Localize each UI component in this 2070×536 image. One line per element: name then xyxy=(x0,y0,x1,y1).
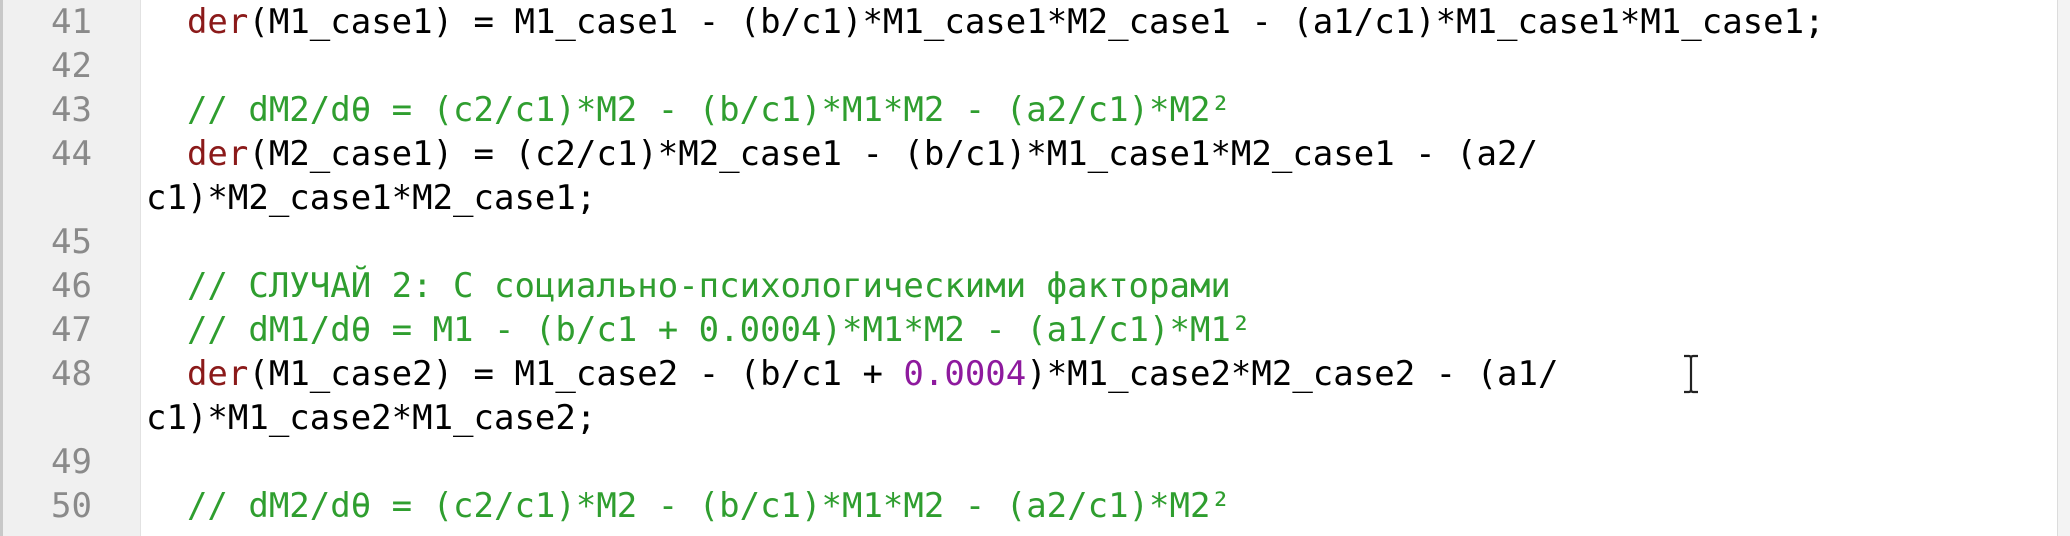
code-editor[interactable]: 41 der(M1_case1) = M1_case1 - (b/c1)*M1_… xyxy=(0,0,2070,536)
keyword-token: der xyxy=(186,354,249,394)
line-number: 45 xyxy=(51,222,92,262)
code-text[interactable]: // dM2/dθ = (c2/c1)*M2 - (b/c1)*M1*M2 - … xyxy=(146,88,1231,132)
number-token: 0.0004 xyxy=(903,354,1027,394)
code-text-continuation[interactable]: c1)*M1_case2*M1_case2; xyxy=(146,396,596,440)
code-line[interactable]: 49 xyxy=(0,440,2070,484)
code-line[interactable]: 45 xyxy=(0,220,2070,264)
comment-token: // dM1/dθ = M1 - (b/c1 + 0.0004)*M1*M2 -… xyxy=(146,310,1252,350)
code-line[interactable]: 44 der(M2_case1) = (c2/c1)*M2_case1 - (b… xyxy=(0,132,2070,176)
code-line[interactable]: 47 // dM1/dθ = M1 - (b/c1 + 0.0004)*M1*M… xyxy=(0,308,2070,352)
code-text-continuation[interactable]: c1)*M2_case1*M2_case1; xyxy=(146,176,596,220)
code-token: )*M1_case2*M2_case2 - (a1/ xyxy=(1026,354,1559,394)
code-token: (M1_case2) = M1_case2 - (b/c1 + xyxy=(248,354,904,394)
keyword-token: der xyxy=(186,2,249,42)
code-line-wrapped[interactable]: c1)*M2_case1*M2_case1; xyxy=(0,176,2070,220)
keyword-token: der xyxy=(186,134,249,174)
code-line[interactable]: 46 // СЛУЧАЙ 2: С социально-психологичес… xyxy=(0,264,2070,308)
line-number: 50 xyxy=(51,486,92,526)
code-text[interactable]: // СЛУЧАЙ 2: С социально-психологическим… xyxy=(146,264,1231,308)
code-line[interactable]: 48 der(M1_case2) = M1_case2 - (b/c1 + 0.… xyxy=(0,352,2070,396)
line-number: 41 xyxy=(51,2,92,42)
code-line[interactable]: 50 // dM2/dθ = (c2/c1)*M2 - (b/c1)*M1*M2… xyxy=(0,484,2070,528)
code-line-wrapped[interactable]: c1)*M1_case2*M1_case2; xyxy=(0,396,2070,440)
code-line[interactable]: 41 der(M1_case1) = M1_case1 - (b/c1)*M1_… xyxy=(0,0,2070,44)
code-text[interactable]: der(M1_case1) = M1_case1 - (b/c1)*M1_cas… xyxy=(146,0,1825,44)
code-line[interactable]: 43 // dM2/dθ = (c2/c1)*M2 - (b/c1)*M1*M2… xyxy=(0,88,2070,132)
code-text[interactable]: // dM2/dθ = (c2/c1)*M2 - (b/c1)*M1*M2 - … xyxy=(146,484,1231,528)
line-number: 44 xyxy=(51,134,92,174)
line-number: 42 xyxy=(51,46,92,86)
code-token: (M1_case1) = M1_case1 - (b/c1)*M1_case1*… xyxy=(248,2,1825,42)
line-number: 49 xyxy=(51,442,92,482)
comment-token: // СЛУЧАЙ 2: С социально-психологическим… xyxy=(146,266,1231,306)
code-line[interactable]: 42 xyxy=(0,44,2070,88)
line-number: 43 xyxy=(51,90,92,130)
line-number: 47 xyxy=(51,310,92,350)
text-cursor-ibeam-icon xyxy=(1684,354,1698,394)
code-token: (M2_case1) = (c2/c1)*M2_case1 - (b/c1)*M… xyxy=(248,134,1538,174)
line-number: 48 xyxy=(51,354,92,394)
code-text[interactable]: der(M2_case1) = (c2/c1)*M2_case1 - (b/c1… xyxy=(146,132,1538,176)
code-text[interactable]: // dM1/dθ = M1 - (b/c1 + 0.0004)*M1*M2 -… xyxy=(146,308,1251,352)
line-number: 46 xyxy=(51,266,92,306)
comment-token: // dM2/dθ = (c2/c1)*M2 - (b/c1)*M1*M2 - … xyxy=(146,486,1231,526)
code-text[interactable]: der(M1_case2) = M1_case2 - (b/c1 + 0.000… xyxy=(146,352,1559,396)
comment-token: // dM2/dθ = (c2/c1)*M2 - (b/c1)*M1*M2 - … xyxy=(146,90,1231,130)
